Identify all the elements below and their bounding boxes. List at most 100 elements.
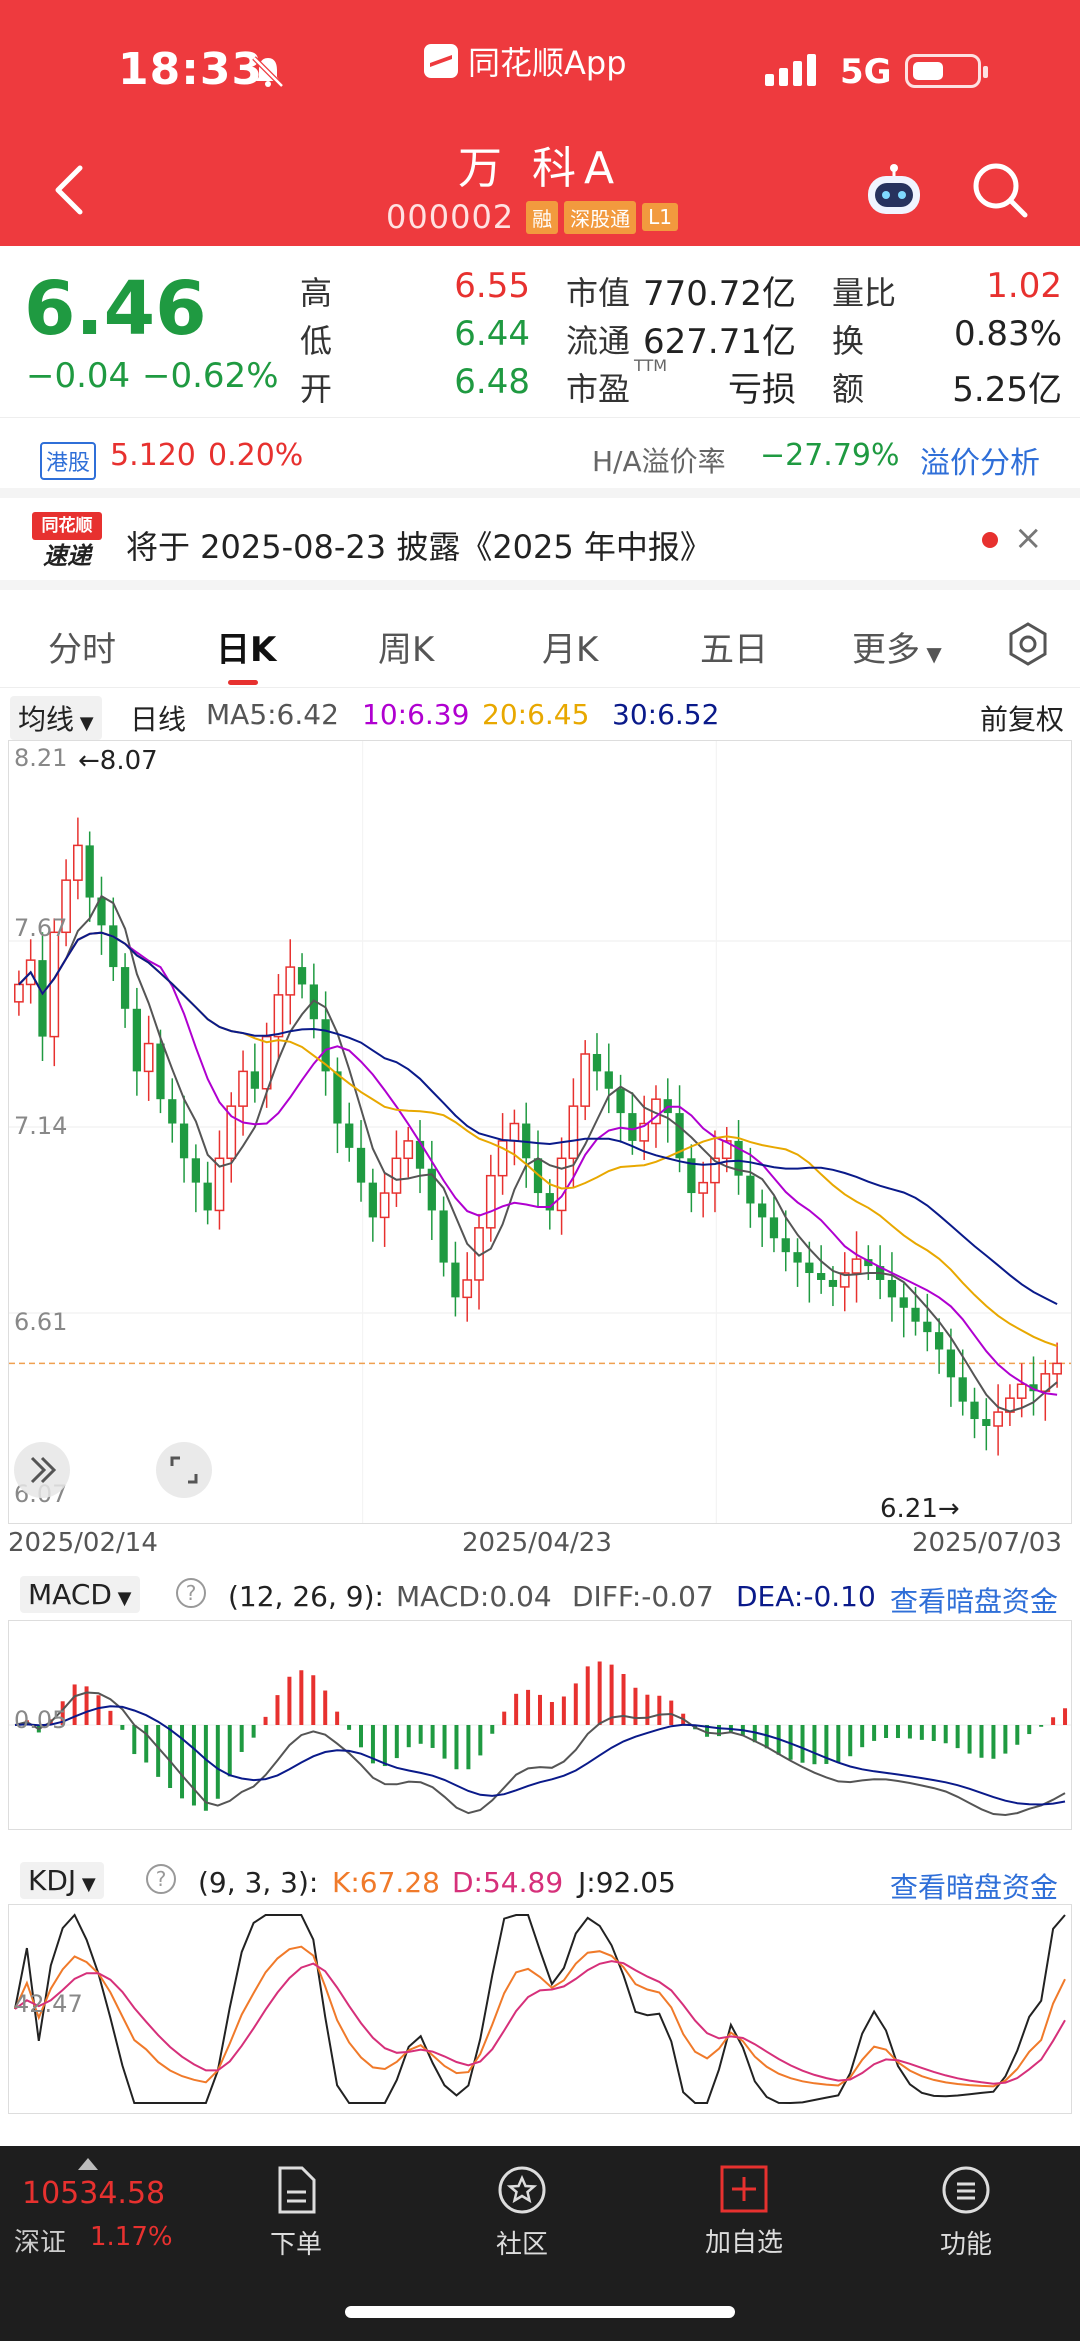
candle-body [85, 845, 94, 898]
candle-body [604, 1071, 613, 1089]
tab-intraday[interactable]: 分时 [48, 622, 116, 671]
y-label-3: 7.14 [14, 1112, 68, 1140]
nav-order[interactable]: 下单 [236, 2164, 356, 2261]
candle-body [568, 1105, 579, 1160]
tag-connect: 深股通 [564, 200, 637, 234]
candle-body [982, 1419, 991, 1426]
tab-monthly[interactable]: 月K [542, 622, 598, 671]
amount-label: 额 [832, 370, 865, 408]
candle-body [156, 1043, 165, 1100]
robot-assistant-icon[interactable] [862, 162, 926, 218]
notice-banner[interactable]: 同花顺 速递 将于 2025-08-23 披露《2025 年中报》 × [0, 498, 1080, 590]
premium-analysis-link[interactable]: 溢价分析 [920, 438, 1040, 482]
notice-text[interactable]: 将于 2025-08-23 披露《2025 年中报》 [126, 522, 712, 568]
caret-down-icon: ▼ [74, 713, 94, 734]
turnover-label: 换 [832, 322, 865, 360]
period-tabs: 分时 日K 周K 月K 五日 更多 ▼ [0, 600, 1080, 688]
candle-body [143, 1042, 154, 1073]
kdj-svg [14, 1913, 1066, 2105]
candle-body [250, 1071, 259, 1089]
nav-functions[interactable]: 功能 [906, 2164, 1026, 2261]
caret-down-icon: ▼ [111, 1588, 132, 1609]
candle-body [132, 1008, 142, 1072]
fullscreen-icon[interactable] [154, 1440, 214, 1500]
candle-body [285, 966, 296, 996]
nav-add-watchlist-label: 加自选 [704, 2228, 783, 2258]
help-icon[interactable]: ? [146, 1864, 176, 1894]
kdj-d-line [14, 1960, 1066, 2085]
indicator-selector[interactable]: 均线 ▼ [10, 696, 102, 740]
caret-down-icon: ▼ [76, 1874, 96, 1895]
app-badge: 同花顺App [424, 38, 627, 84]
kdj-selector-label: KDJ [28, 1864, 77, 1897]
candle-body [403, 1140, 414, 1160]
signal-icon [765, 52, 816, 86]
candle-body [592, 1053, 602, 1072]
notice-close-button[interactable]: × [1014, 518, 1043, 558]
macd-svg [9, 1661, 1071, 1817]
candle-body [911, 1307, 920, 1322]
adjust-mode[interactable]: 前复权 [980, 698, 1064, 738]
help-icon[interactable]: ? [176, 1578, 206, 1608]
candle-body [168, 1099, 177, 1124]
candle-body [899, 1297, 908, 1308]
date-mid: 2025/04/23 [462, 1528, 612, 1558]
macd-dark-funds-link[interactable]: 查看暗盘资金 [890, 1580, 1058, 1620]
settings-icon[interactable] [1004, 620, 1052, 668]
network-type: 5G [840, 52, 892, 92]
ha-premium-value: −27.79% [760, 438, 900, 473]
macd-chart[interactable] [8, 1620, 1072, 1830]
y-label-top: 8.21 [14, 744, 68, 772]
min-price-label: 6.21→ [880, 1494, 960, 1524]
candle-body [746, 1175, 755, 1204]
candle-body [958, 1377, 967, 1402]
max-price-label: ←8.07 [78, 746, 158, 776]
nav-community[interactable]: 社区 [462, 2164, 582, 2261]
index-pct: 1.17% [90, 2222, 173, 2252]
low-label: 低 [300, 322, 333, 360]
ha-premium-label: H/A溢价率 [592, 445, 726, 478]
candle-body [887, 1279, 897, 1298]
candle-body [817, 1273, 826, 1280]
candle-body [120, 967, 130, 1009]
candle-body [556, 1157, 567, 1212]
tab-daily[interactable]: 日K [216, 622, 276, 671]
ma-legend: 均线 ▼ 日线 MA5:6.42 10:6.39 20:6.45 30:6.52… [0, 690, 1080, 742]
macd-selector[interactable]: MACD ▼ [20, 1576, 140, 1613]
pe-value: 亏损 [728, 370, 796, 410]
nav-order-label: 下单 [269, 2230, 322, 2260]
kdj-selector[interactable]: KDJ ▼ [20, 1862, 104, 1899]
ma30-value: 30:6.52 [612, 698, 720, 731]
ma10-value: 10:6.39 [362, 698, 470, 731]
kline-chart[interactable] [8, 740, 1072, 1524]
nav-add-watchlist[interactable]: 加自选 [684, 2164, 804, 2259]
volratio-value: 1.02 [986, 266, 1062, 306]
turnover-value: 0.83% [953, 314, 1062, 354]
ma5-value: MA5:6.42 [206, 698, 339, 731]
y-label-4: 6.61 [14, 1308, 68, 1336]
kdj-y-label: 42.47 [14, 1990, 83, 2018]
candle-body [462, 1279, 473, 1299]
scroll-left-icon[interactable] [12, 1440, 72, 1500]
candle-body [297, 967, 307, 985]
hk-row[interactable]: 港股 5.120 0.20% H/A溢价率 −27.79% 溢价分析 [0, 418, 1080, 498]
tab-more[interactable]: 更多 ▼ [852, 622, 942, 671]
kdj-params: (9, 3, 3): [198, 1866, 319, 1899]
kdj-chart[interactable] [8, 1904, 1072, 2114]
low-value: 6.44 [454, 314, 530, 354]
candle-body [828, 1279, 838, 1287]
candle-body [379, 1192, 390, 1219]
stock-code-row: 000002 融 深股通 L1 [386, 198, 679, 236]
add-icon [720, 2165, 768, 2213]
volratio-label: 量比 [832, 274, 897, 312]
kdj-dark-funds-link[interactable]: 查看暗盘资金 [890, 1866, 1058, 1906]
document-icon [278, 2166, 316, 2214]
search-icon[interactable] [970, 160, 1030, 220]
quote-panel: 6.46 −0.04 −0.62% 高 6.55 低 6.44 开 6.48 市… [0, 246, 1080, 418]
tab-weekly[interactable]: 周K [378, 622, 434, 671]
index-value[interactable]: 10534.58 [22, 2176, 165, 2211]
candle-body [805, 1262, 814, 1274]
home-indicator[interactable] [345, 2306, 735, 2318]
tab-five-day[interactable]: 五日 [700, 622, 768, 671]
candle-body [261, 1035, 272, 1090]
